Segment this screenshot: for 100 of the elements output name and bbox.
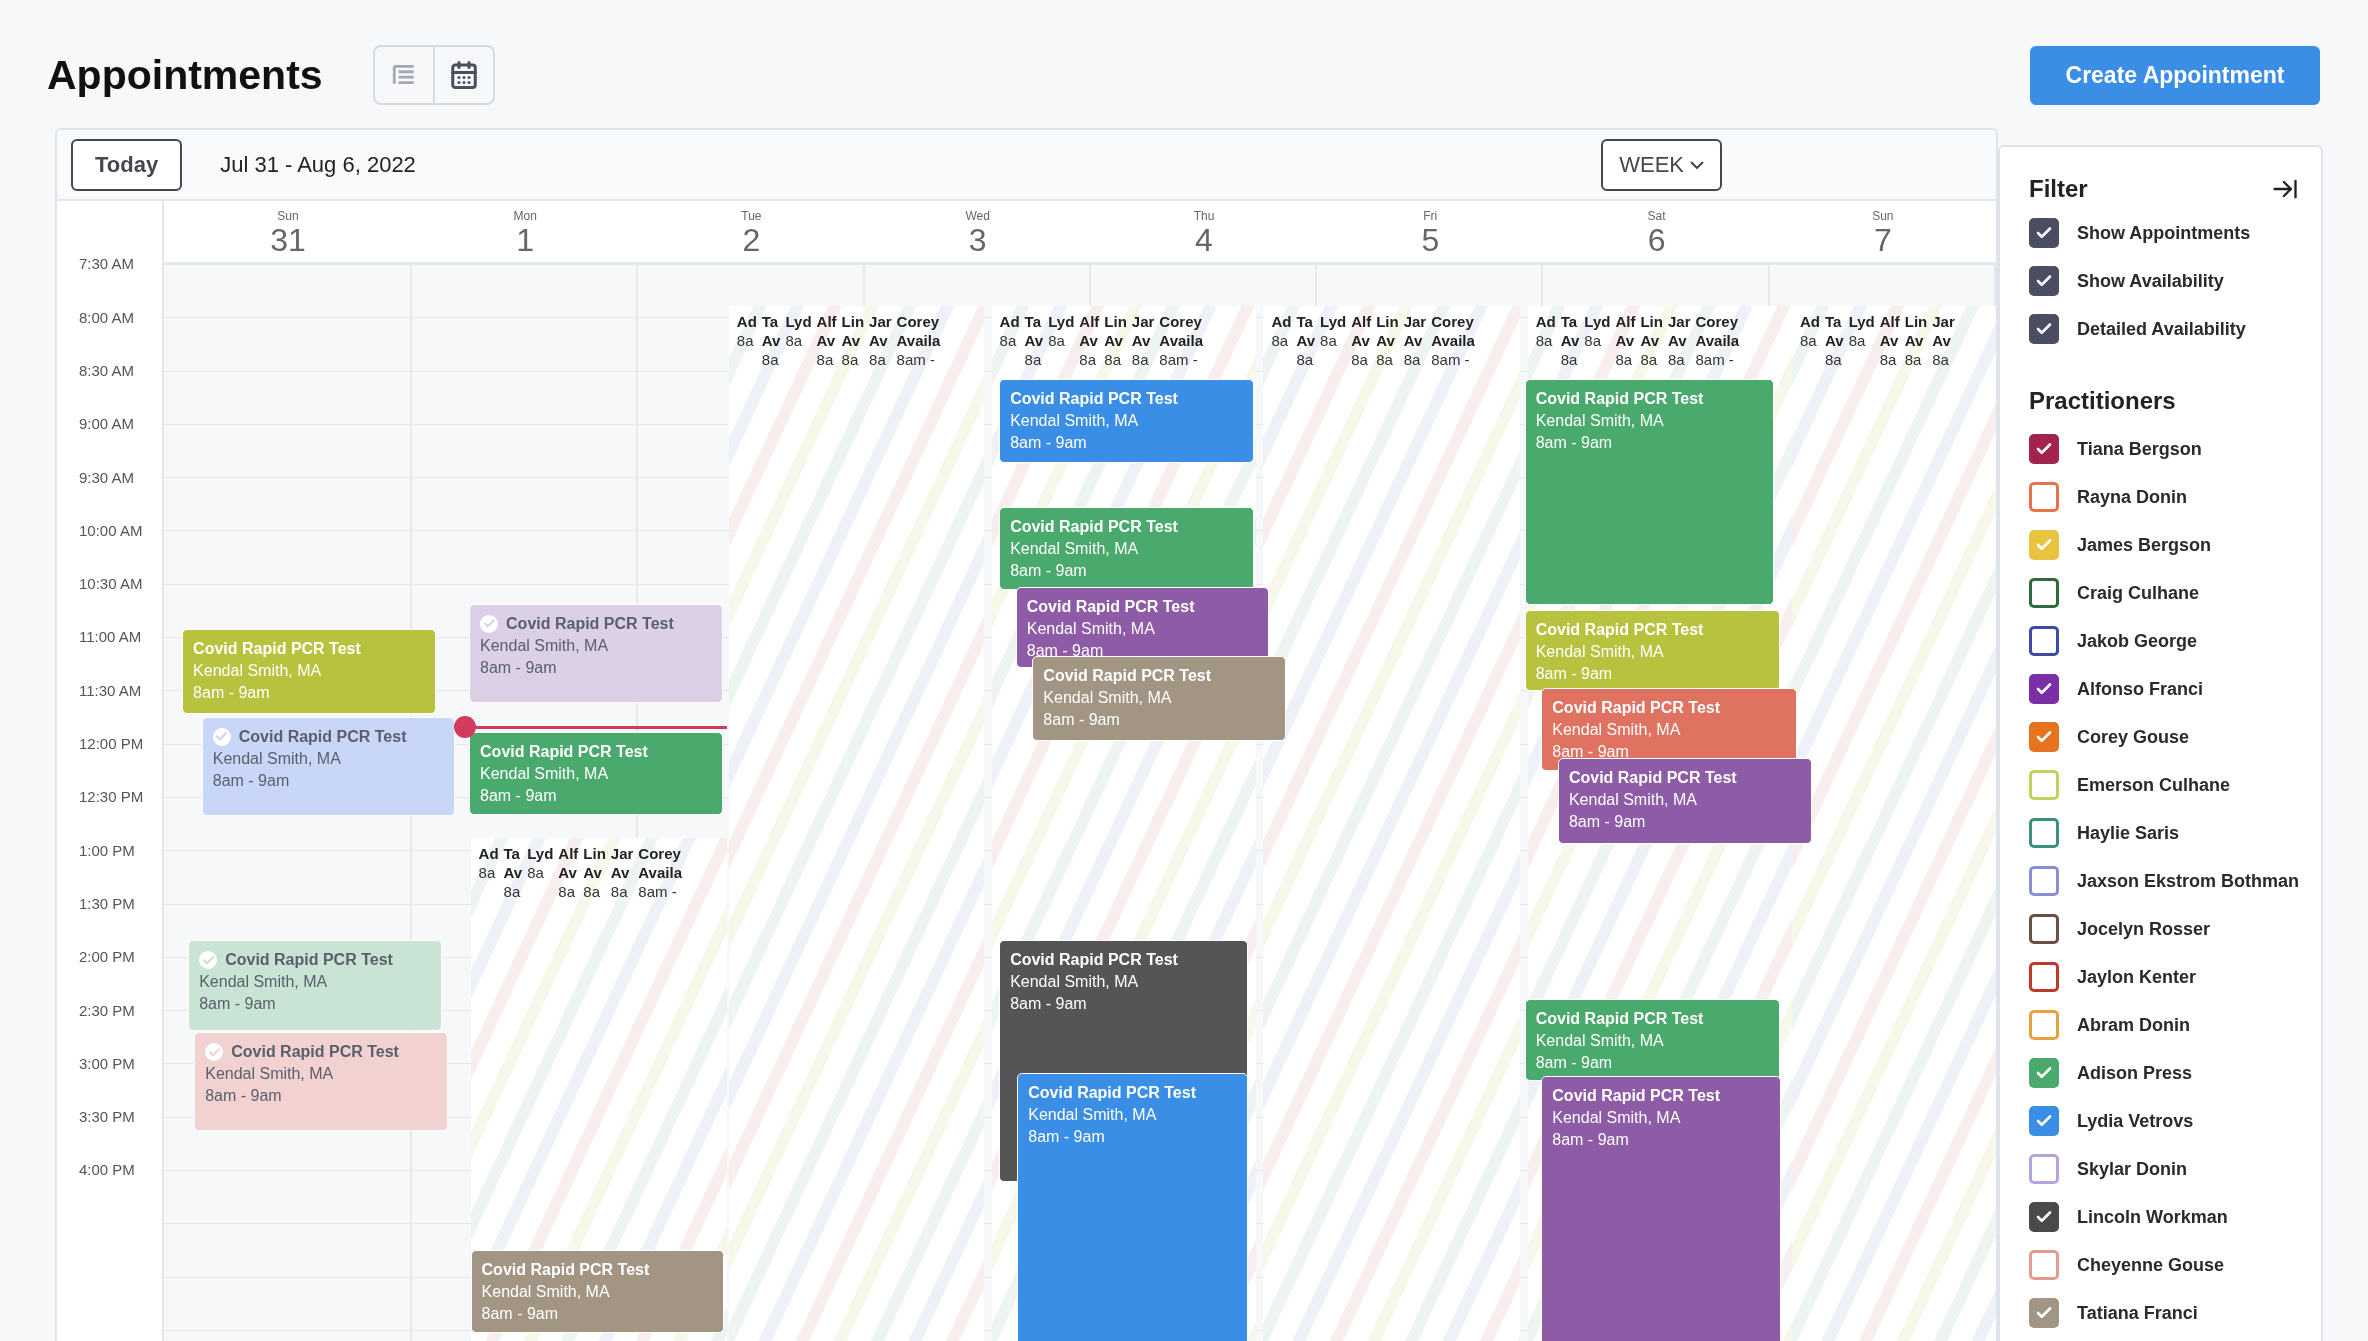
availability-time: 8a (1932, 350, 1950, 370)
appointment-card[interactable]: Covid Rapid PCR Test Kendal Smith, MA 8am - 9am (999, 506, 1255, 590)
chevron-down-icon (1690, 160, 1704, 169)
appointment-card[interactable]: Covid Rapid PCR Test Kendal Smith, MA 8am - 9am (182, 629, 436, 714)
time-label: 11:00 AM (78, 627, 143, 648)
practitioner-checkbox[interactable] (2029, 482, 2059, 512)
availability-label: Availa (896, 331, 941, 351)
practitioner-checkbox[interactable] (2029, 1202, 2059, 1232)
appointment-provider: Kendal Smith, MA (480, 764, 610, 783)
appointment-card[interactable]: Covid Rapid PCR Test Kendal Smith, MA 8am - 9am (1017, 1073, 1249, 1341)
appointment-card[interactable]: Covid Rapid PCR Test Kendal Smith, MA 8am - 9am (201, 716, 456, 817)
availability-time: 8a (1351, 350, 1369, 370)
availability-time: 8a (1667, 350, 1686, 370)
appointment-card[interactable]: Covid Rapid PCR Test Kendal Smith, MA 8am - 9am (1524, 999, 1780, 1081)
availability-label: Av (1296, 331, 1316, 351)
filter-label: Show Availability (2077, 270, 2224, 292)
filter-checkbox[interactable] (2029, 314, 2059, 344)
availability-time: 8a (1825, 350, 1843, 370)
availability-name: Lyd (1048, 312, 1075, 332)
appointment-title: Covid Rapid PCR Test (1010, 517, 1179, 536)
time-label: 10:00 AM (78, 520, 144, 541)
appointment-card[interactable]: Covid Rapid PCR Test Kendal Smith, MA 8am - 9am (470, 1249, 725, 1333)
availability-time: 8a (736, 331, 755, 351)
appointment-card[interactable]: Covid Rapid PCR Test Kendal Smith, MA 8am - 9am (469, 731, 723, 815)
practitioner-checkbox[interactable] (2029, 626, 2059, 656)
appointment-time: 8am - 9am (480, 786, 558, 805)
practitioner-checkbox[interactable] (2029, 962, 2059, 992)
time-label: 4:00 PM (78, 1160, 136, 1181)
availability-time: 8a (1535, 331, 1554, 351)
availability-time: 8a (1848, 331, 1867, 351)
time-label: 11:30 AM (78, 680, 143, 701)
appointment-provider: Kendal Smith, MA (1535, 642, 1665, 661)
time-label: 12:00 PM (78, 734, 145, 755)
filter-checkbox[interactable] (2029, 266, 2059, 296)
practitioner-checkbox[interactable] (2029, 1010, 2059, 1040)
practitioner-checkbox[interactable] (2029, 1154, 2059, 1184)
appointment-time: 8am - 9am (212, 771, 291, 790)
filter-checkbox[interactable] (2029, 218, 2059, 248)
availability-label: Av (761, 331, 781, 351)
appointment-time: 8am - 9am (1535, 664, 1614, 683)
practitioner-name: Jaylon Kenter (2077, 966, 2197, 988)
practitioner-checkbox[interactable] (2029, 914, 2059, 944)
practitioner-checkbox[interactable] (2029, 1298, 2059, 1328)
check-circle-icon (199, 951, 218, 970)
appointment-title: Covid Rapid PCR Test (1535, 620, 1705, 639)
availability-name: Lin (1376, 312, 1399, 332)
appointment-card[interactable]: Covid Rapid PCR Test Kendal Smith, MA 8am - 9am (1032, 656, 1287, 741)
availability-name: Alf (1879, 312, 1900, 332)
appointment-card[interactable]: Covid Rapid PCR Test Kendal Smith, MA 8am - 9am (1541, 1076, 1782, 1341)
practitioner-name: Adison Press (2077, 1062, 2193, 1084)
calendar-view-button[interactable] (432, 45, 495, 105)
availability-label: Av (841, 331, 862, 351)
check-circle-icon (480, 614, 499, 633)
practitioner-checkbox[interactable] (2029, 866, 2059, 896)
practitioners-title: Practitioners (2029, 386, 2177, 416)
page-title: Appointments (47, 51, 323, 99)
practitioner-checkbox[interactable] (2029, 674, 2059, 704)
appointment-provider: Kendal Smith, MA (480, 636, 610, 655)
create-appointment-button[interactable]: Create Appointment (2030, 45, 2320, 105)
today-button[interactable]: Today (71, 138, 183, 191)
availability-time: 8a (1904, 350, 1923, 370)
availability-time: 8a (503, 881, 522, 901)
appointment-card[interactable]: Covid Rapid PCR Test Kendal Smith, MA 8am - 9am (188, 940, 442, 1031)
availability-label: Av (503, 862, 523, 882)
filter-title: Filter (2029, 175, 2088, 203)
practitioner-checkbox[interactable] (2029, 722, 2059, 752)
day-weekday: Mon (513, 209, 537, 223)
availability-name: Lin (1104, 312, 1127, 332)
day-weekday: Fri (1423, 209, 1438, 223)
time-label: 3:00 PM (78, 1053, 136, 1074)
appointment-provider: Kendal Smith, MA (1010, 539, 1140, 558)
practitioner-checkbox[interactable] (2029, 1250, 2059, 1280)
practitioner-checkbox[interactable] (2029, 578, 2059, 608)
availability-time: 8a (1879, 350, 1898, 370)
appointment-card[interactable]: Covid Rapid PCR Test Kendal Smith, MA 8am - 9am (469, 603, 723, 704)
practitioner-name: Rayna Donin (2077, 486, 2187, 508)
practitioner-checkbox[interactable] (2029, 1106, 2059, 1136)
availability-name: Lyd (1848, 312, 1875, 332)
appointment-time: 8am - 9am (193, 684, 271, 703)
practitioner-checkbox[interactable] (2029, 818, 2059, 848)
appointment-card[interactable]: Covid Rapid PCR Test Kendal Smith, MA 8am - 9am (194, 1032, 448, 1131)
appointment-card[interactable]: Covid Rapid PCR Test Kendal Smith, MA 8am - 9am (1557, 757, 1812, 844)
view-select[interactable]: WEEK (1601, 138, 1722, 191)
availability-time: 8a (841, 350, 860, 370)
appointment-time: 8am - 9am (1043, 711, 1121, 730)
availability-name: Ta (1024, 312, 1042, 332)
availability-name: Lin (841, 312, 865, 332)
availability-time: 8a (1403, 350, 1422, 370)
appointment-card[interactable]: Covid Rapid PCR Test Kendal Smith, MA 8am - 9am (999, 378, 1255, 464)
appointment-provider: Kendal Smith, MA (193, 662, 323, 681)
practitioner-checkbox[interactable] (2029, 434, 2059, 464)
availability-name: Lyd (785, 312, 812, 332)
time-label: 2:30 PM (78, 1000, 136, 1021)
appointment-card[interactable]: Covid Rapid PCR Test Kendal Smith, MA 8am - 9am (1524, 609, 1780, 692)
appointment-title: Covid Rapid PCR Test (1010, 389, 1179, 408)
practitioner-checkbox[interactable] (2029, 1058, 2059, 1088)
availability-name: Jar (1131, 312, 1155, 332)
appointment-card[interactable]: Covid Rapid PCR Test Kendal Smith, MA 8am - 9am (1524, 378, 1774, 606)
availability-time: 8a (1024, 350, 1043, 370)
practitioner-name: Lydia Vetrovs (2077, 1110, 2194, 1132)
